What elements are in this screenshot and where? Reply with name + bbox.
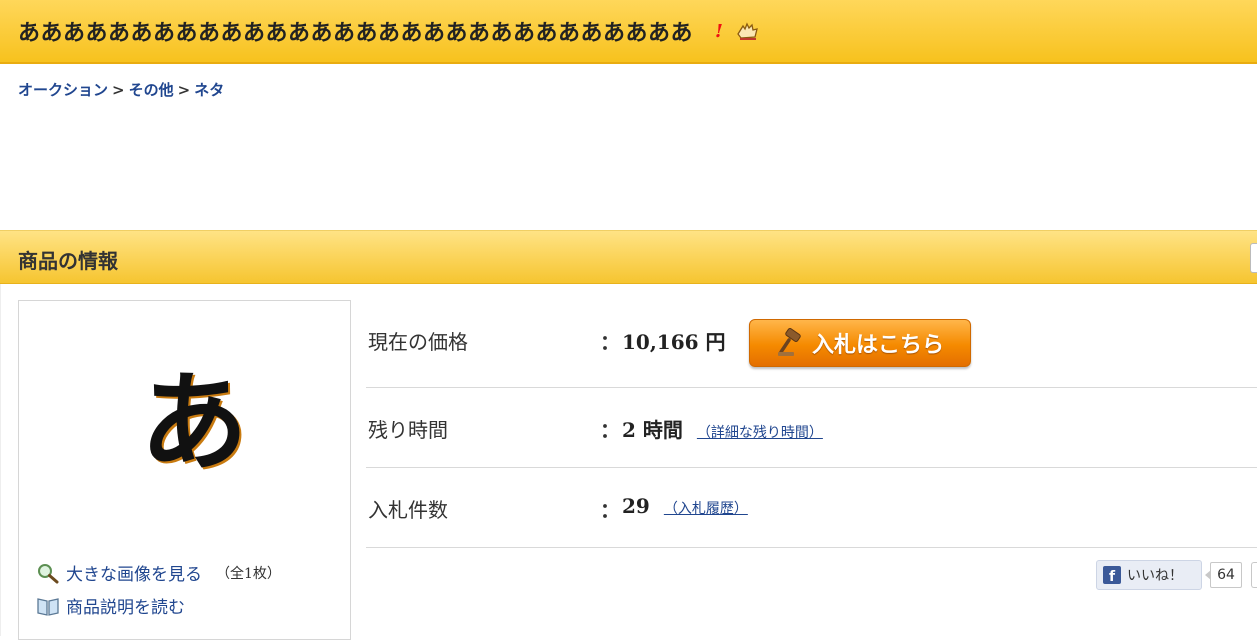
facebook-like-button[interactable]: f いいね！ xyxy=(1096,560,1202,590)
breadcrumb: オークション > その他 > ネタ xyxy=(18,79,224,100)
row-colon: ： xyxy=(600,418,620,442)
current-price-label: 現在の価格 xyxy=(368,330,468,354)
breadcrumb-neta[interactable]: ネタ xyxy=(194,81,224,99)
bid-button-label: 入札はこちら xyxy=(811,333,944,358)
time-left-label: 残り時間 xyxy=(368,418,448,442)
time-left-value: 2 時間 xyxy=(622,418,683,442)
gavel-icon xyxy=(777,328,801,356)
view-large-image-link[interactable]: 大きな画像を見る （全1枚） xyxy=(36,560,281,585)
bid-history-link[interactable]: （入札履歴） xyxy=(664,501,748,517)
bid-count-label: 入札件数 xyxy=(368,498,448,522)
bid-count-row: 入札件数 ： 29 （入札履歴） xyxy=(366,468,1257,548)
auction-title: ああああああああああああああああああああああああああああああ xyxy=(18,20,694,46)
bid-button[interactable]: 入札はこちら xyxy=(749,319,971,367)
bid-count-value: 29 xyxy=(622,494,650,518)
image-count: （全1枚） xyxy=(216,565,281,582)
row-colon: ： xyxy=(600,330,620,354)
facebook-icon: f xyxy=(1103,566,1121,584)
row-colon: ： xyxy=(600,498,620,522)
like-count: 64 xyxy=(1205,562,1242,588)
current-price-value: 10,166 円 xyxy=(622,330,726,354)
bid-count-value-wrap: 29 （入札履歴） xyxy=(622,494,748,518)
product-info-header: 商品の情報 xyxy=(0,230,1257,284)
time-left-row: 残り時間 ： 2 時間 （詳細な残り時間） xyxy=(366,388,1257,468)
view-large-image-label[interactable]: 大きな画像を見る xyxy=(66,560,202,585)
section-toggle[interactable] xyxy=(1250,243,1257,273)
section-title: 商品の情報 xyxy=(18,249,118,273)
detailed-time-left-link[interactable]: （詳細な残り時間） xyxy=(697,425,823,441)
magnifier-icon xyxy=(38,563,59,583)
exclamation-icon: ! xyxy=(715,20,723,42)
read-description-label[interactable]: 商品説明を読む xyxy=(66,593,185,618)
breadcrumb-other[interactable]: その他 xyxy=(129,81,174,99)
breadcrumb-separator: > xyxy=(112,81,125,99)
breadcrumb-auction[interactable]: オークション xyxy=(18,81,108,99)
product-image[interactable]: あ xyxy=(140,370,248,478)
read-description-link[interactable]: 商品説明を読む xyxy=(36,593,185,618)
time-left-value-wrap: 2 時間 （詳細な残り時間） xyxy=(622,414,823,443)
breadcrumb-separator: > xyxy=(177,81,191,99)
share-button[interactable] xyxy=(1251,562,1257,588)
like-label: いいね！ xyxy=(1127,568,1183,584)
hand-icon xyxy=(737,22,758,40)
book-icon xyxy=(37,597,59,616)
page-title-bar: ああああああああああああああああああああああああああああああ ! xyxy=(0,0,1257,64)
